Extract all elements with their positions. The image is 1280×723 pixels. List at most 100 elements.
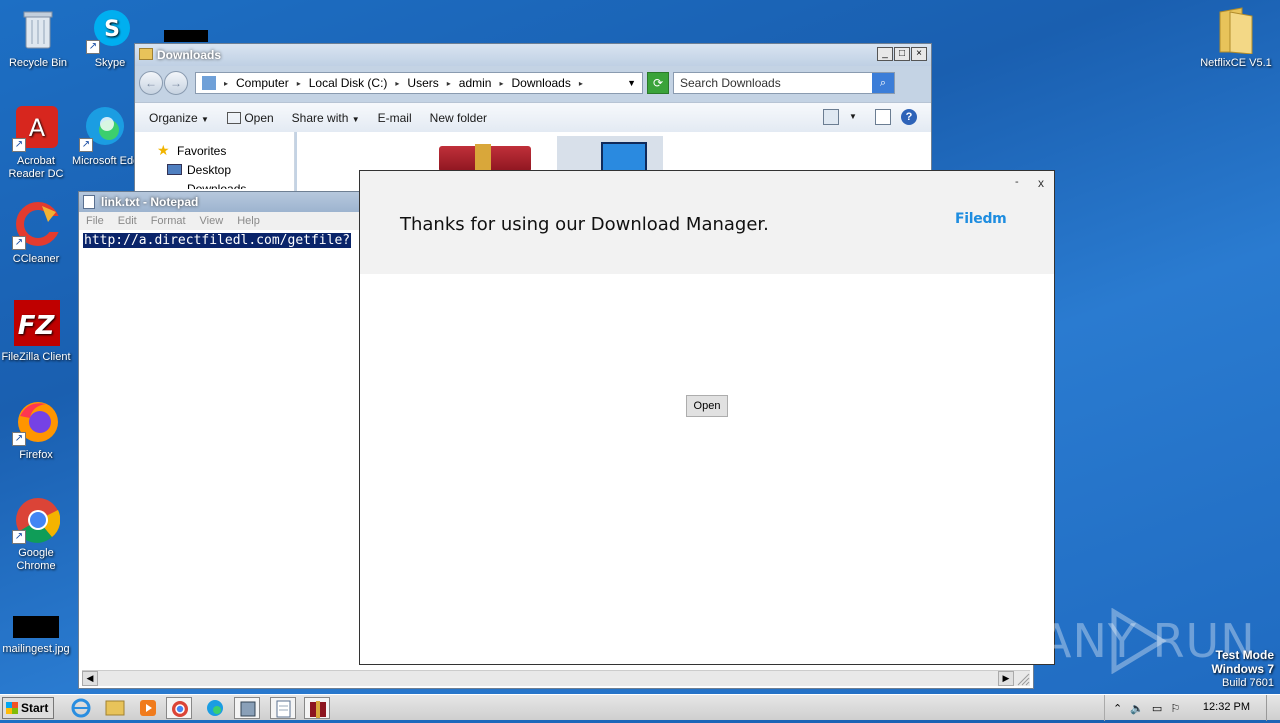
- taskbar-notepad[interactable]: [270, 697, 296, 719]
- desktop-icon: [167, 164, 182, 175]
- image-file-icon: [12, 616, 60, 640]
- network-icon[interactable]: ▭: [1152, 702, 1162, 715]
- shortcut-arrow-icon: ↗: [86, 40, 100, 54]
- installer-file-icon: [601, 142, 647, 172]
- search-input[interactable]: Search Downloads ⌕: [673, 72, 895, 94]
- breadcrumb-item[interactable]: Users: [407, 76, 438, 90]
- start-button[interactable]: Start: [2, 697, 54, 719]
- icon-label: Recycle Bin: [8, 57, 68, 69]
- test-mode-line: Test Mode: [1215, 648, 1274, 662]
- desktop-icon-firefox[interactable]: ↗ Firefox: [0, 398, 74, 462]
- start-label: Start: [21, 701, 49, 715]
- menu-view[interactable]: View: [200, 215, 224, 227]
- show-hidden-icons-icon[interactable]: ⌃: [1113, 702, 1122, 715]
- breadcrumb-item[interactable]: admin: [459, 76, 492, 90]
- minimize-button[interactable]: _: [877, 47, 893, 61]
- navigation-pane: ★ Favorites Desktop Downloads: [135, 132, 295, 192]
- notepad-icon: [83, 195, 95, 209]
- filezilla-icon: FZ: [12, 300, 60, 348]
- file-item-selected[interactable]: [557, 136, 663, 172]
- minimize-button[interactable]: -: [1015, 176, 1019, 188]
- taskbar-explorer[interactable]: [102, 697, 128, 719]
- desktop-icon-filezilla[interactable]: FZ FileZilla Client: [0, 300, 74, 364]
- chevron-right-icon: ▸: [446, 78, 451, 88]
- chevron-right-icon: ▸: [296, 78, 301, 88]
- menu-file[interactable]: File: [86, 215, 104, 227]
- chrome-icon: ↗: [12, 496, 61, 544]
- desktop-icon-chrome[interactable]: ↗ Google Chrome: [0, 496, 74, 573]
- test-mode-line: Windows 7: [1211, 662, 1274, 676]
- clock[interactable]: 12:32 PM: [1203, 701, 1250, 713]
- email-button[interactable]: E-mail: [378, 111, 412, 125]
- desktop-icon-recycle-bin[interactable]: Recycle Bin: [0, 6, 76, 70]
- menu-help[interactable]: Help: [237, 215, 260, 227]
- menu-format[interactable]: Format: [151, 215, 186, 227]
- search-placeholder: Search Downloads: [680, 76, 781, 90]
- chevron-down-icon[interactable]: ▼: [849, 109, 865, 125]
- forward-button[interactable]: →: [164, 71, 188, 95]
- breadcrumb-item[interactable]: Local Disk (C:): [309, 76, 388, 90]
- new-folder-button[interactable]: New folder: [430, 111, 487, 125]
- view-options-icon[interactable]: [823, 109, 839, 125]
- search-icon[interactable]: ⌕: [872, 73, 894, 93]
- organize-button[interactable]: Organize ▼: [149, 111, 209, 125]
- chevron-right-icon: ▸: [224, 78, 229, 88]
- open-button[interactable]: Open: [686, 395, 728, 417]
- archive-file-icon[interactable]: [439, 144, 531, 172]
- close-button[interactable]: x: [1038, 176, 1044, 190]
- open-icon: [226, 112, 241, 125]
- desktop-icon-mailingest[interactable]: mailingest.jpg: [0, 616, 74, 656]
- play-logo-icon: [1106, 607, 1170, 675]
- recycle-bin-icon: [14, 6, 62, 54]
- edge-icon: ↗: [79, 104, 127, 152]
- maximize-button[interactable]: □: [894, 47, 910, 61]
- chevron-down-icon[interactable]: ▼: [627, 78, 636, 88]
- download-manager-dialog[interactable]: Thanks for using our Download Manager. F…: [359, 170, 1055, 665]
- brand-logo: Filedm: [955, 211, 1007, 227]
- star-icon: ★: [157, 142, 170, 158]
- acrobat-icon: A ↗: [12, 104, 60, 152]
- scroll-right-icon[interactable]: ▶: [998, 671, 1014, 686]
- windows-logo-icon: [6, 702, 18, 714]
- taskbar-installer[interactable]: [234, 697, 260, 719]
- taskbar-winrar[interactable]: [304, 697, 330, 719]
- open-button[interactable]: Open: [226, 111, 274, 125]
- close-button[interactable]: ×: [911, 47, 927, 61]
- back-button[interactable]: ←: [139, 71, 163, 95]
- taskbar: Start ⌃ 🔈 ▭ ⚐ 12:32 PM: [0, 694, 1280, 721]
- icon-label: Google Chrome: [16, 547, 56, 572]
- nav-item-desktop[interactable]: Desktop: [187, 163, 231, 177]
- address-bar-row: ← → ▸ Computer ▸ Local Disk (C:) ▸ Users…: [139, 70, 927, 96]
- taskbar-ie[interactable]: [68, 697, 94, 719]
- desktop-icon-acrobat[interactable]: A ↗ Acrobat Reader DC: [0, 104, 74, 181]
- icon-label: Skype: [94, 57, 126, 69]
- taskbar-chrome[interactable]: [166, 697, 192, 719]
- breadcrumb[interactable]: ▸ Computer ▸ Local Disk (C:) ▸ Users ▸ a…: [195, 72, 643, 94]
- scroll-left-icon[interactable]: ◀: [82, 671, 98, 686]
- preview-pane-icon[interactable]: [875, 109, 891, 125]
- breadcrumb-item[interactable]: Downloads: [511, 76, 570, 90]
- desktop-icon-netflixce[interactable]: NetflixCE V5.1: [1196, 6, 1276, 70]
- menu-edit[interactable]: Edit: [118, 215, 137, 227]
- breadcrumb-item[interactable]: Computer: [236, 76, 289, 90]
- icon-label: Microsoft Edge: [72, 155, 134, 167]
- refresh-button[interactable]: ⟳: [647, 72, 669, 94]
- help-icon[interactable]: ?: [901, 109, 917, 125]
- share-with-button[interactable]: Share with ▼: [292, 111, 360, 125]
- taskbar-edge[interactable]: [202, 697, 228, 719]
- nav-item-downloads[interactable]: Downloads: [187, 182, 246, 189]
- skype-icon: S ↗: [86, 6, 134, 54]
- action-center-flag-icon[interactable]: ⚐: [1170, 702, 1180, 715]
- nav-item-favorites[interactable]: Favorites: [177, 144, 226, 158]
- window-title: link.txt - Notepad: [101, 195, 199, 209]
- volume-icon[interactable]: 🔈: [1130, 702, 1144, 715]
- explorer-titlebar[interactable]: Downloads _ □ ×: [135, 44, 931, 66]
- shortcut-arrow-icon: ↗: [12, 236, 26, 250]
- show-desktop-button[interactable]: [1266, 695, 1280, 721]
- desktop-icon-ccleaner[interactable]: ↗ CCleaner: [0, 202, 74, 266]
- resize-grip-icon[interactable]: [1014, 671, 1030, 686]
- taskbar-media-player[interactable]: [136, 697, 162, 719]
- desktop-icon-edge[interactable]: ↗ Microsoft Edge: [72, 104, 134, 168]
- horizontal-scrollbar[interactable]: ◀ ▶: [82, 670, 1030, 686]
- shortcut-arrow-icon: ↗: [12, 138, 26, 152]
